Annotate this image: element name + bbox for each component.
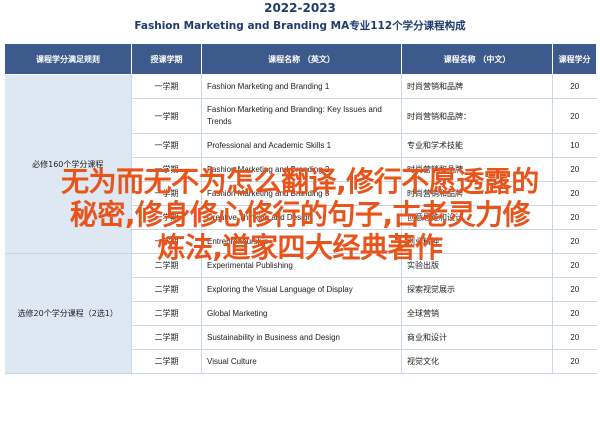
credits-cell: 20 <box>552 74 597 99</box>
semester-cell: 一学期 <box>131 157 202 182</box>
course-table: 课程学分满足规则 授课学期 课程名称 （英文） 课程名称 （中文） 课程学分 必… <box>4 43 597 374</box>
credits-cell: 20 <box>552 205 597 230</box>
course-name-zh: 专业和学术技能 <box>401 133 553 158</box>
academic-year: 2022-2023 <box>264 1 336 15</box>
column-header-name-zh: 课程名称 （中文） <box>401 43 553 75</box>
table-row: 必修160个学分课程 一学期 Fashion Marketing and Bra… <box>4 74 597 254</box>
semester-cell: 二学期 <box>131 253 202 278</box>
semester-cell: 二学期 <box>131 301 202 326</box>
course-name-en: Fashion Marketing and Branding: Key Issu… <box>201 98 402 134</box>
course-name-en: Exploring the Visual Language of Display <box>201 277 402 302</box>
semester-cell: 一学期 <box>131 181 202 206</box>
course-name-zh: 创意思维和设计 <box>401 205 553 230</box>
semester-cell: 二学期 <box>131 277 202 302</box>
course-name-en: Fashion Marketing and Branding 1 <box>201 74 402 99</box>
course-name-zh: 时尚营销和品牌： <box>401 98 553 134</box>
semester-cell: 一学期 <box>131 133 202 158</box>
course-name-en: Fashion Marketing and Branding 3 <box>201 181 402 206</box>
credits-cell: 20 <box>552 325 597 350</box>
credits-cell: 20 <box>552 229 597 254</box>
semester-cell: 一学期 <box>131 74 202 99</box>
course-name-en: Sustainability in Business and Design <box>201 325 402 350</box>
course-name-en: Visual Culture <box>201 349 402 374</box>
course-name-zh: 时尚营销和品牌 <box>401 74 553 99</box>
table-row: 选修20个学分课程（2选1） 二学期 Experimental Publishi… <box>4 253 597 374</box>
column-header-rule: 课程学分满足规则 <box>4 43 132 75</box>
course-name-zh: 商业和设计 <box>401 325 553 350</box>
column-header-semester: 授课学期 <box>131 43 202 75</box>
course-name-zh: 创业精神 <box>401 229 553 254</box>
credits-cell: 20 <box>552 98 597 134</box>
column-header-credits: 课程学分 <box>552 43 597 75</box>
credits-cell: 20 <box>552 301 597 326</box>
course-name-zh: 探索视觉展示 <box>401 277 553 302</box>
program-title: Fashion Marketing and Branding MA专业112个学… <box>134 20 466 32</box>
course-name-en: Creative Thinking and Design <box>201 205 402 230</box>
category-elective: 选修20个学分课程（2选1） <box>4 253 132 374</box>
credits-cell: 20 <box>552 277 597 302</box>
column-header-name-en: 课程名称 （英文） <box>201 43 402 75</box>
semester-cell: 一学期 <box>131 205 202 230</box>
credits-cell: 20 <box>552 349 597 374</box>
course-name-en: Global Marketing <box>201 301 402 326</box>
table-header-row: 课程学分满足规则 授课学期 课程名称 （英文） 课程名称 （中文） 课程学分 <box>4 43 597 75</box>
credits-cell: 10 <box>552 133 597 158</box>
document-header: 2022-2023 Fashion Marketing and Branding… <box>0 2 600 34</box>
credits-cell: 20 <box>552 157 597 182</box>
semester-cell: 一学期 <box>131 98 202 134</box>
course-name-zh: 实验出版 <box>401 253 553 278</box>
semester-cell: 二学期 <box>131 325 202 350</box>
course-name-en: Experimental Publishing <box>201 253 402 278</box>
semester-cell: 一学期 <box>131 229 202 254</box>
course-name-zh: 全球营销 <box>401 301 553 326</box>
course-name-zh: 时尚营销和品牌 <box>401 157 553 182</box>
category-compulsory: 必修160个学分课程 <box>4 74 132 254</box>
course-name-zh: 视觉文化 <box>401 349 553 374</box>
course-name-en: Entrepreneurship <box>201 229 402 254</box>
course-name-zh: 时尚营销和品牌 <box>401 181 553 206</box>
credits-cell: 20 <box>552 253 597 278</box>
course-name-en: Professional and Academic Skills 1 <box>201 133 402 158</box>
semester-cell: 二学期 <box>131 349 202 374</box>
course-name-en: Fashion Marketing and Branding 2 <box>201 157 402 182</box>
credits-cell: 20 <box>552 181 597 206</box>
